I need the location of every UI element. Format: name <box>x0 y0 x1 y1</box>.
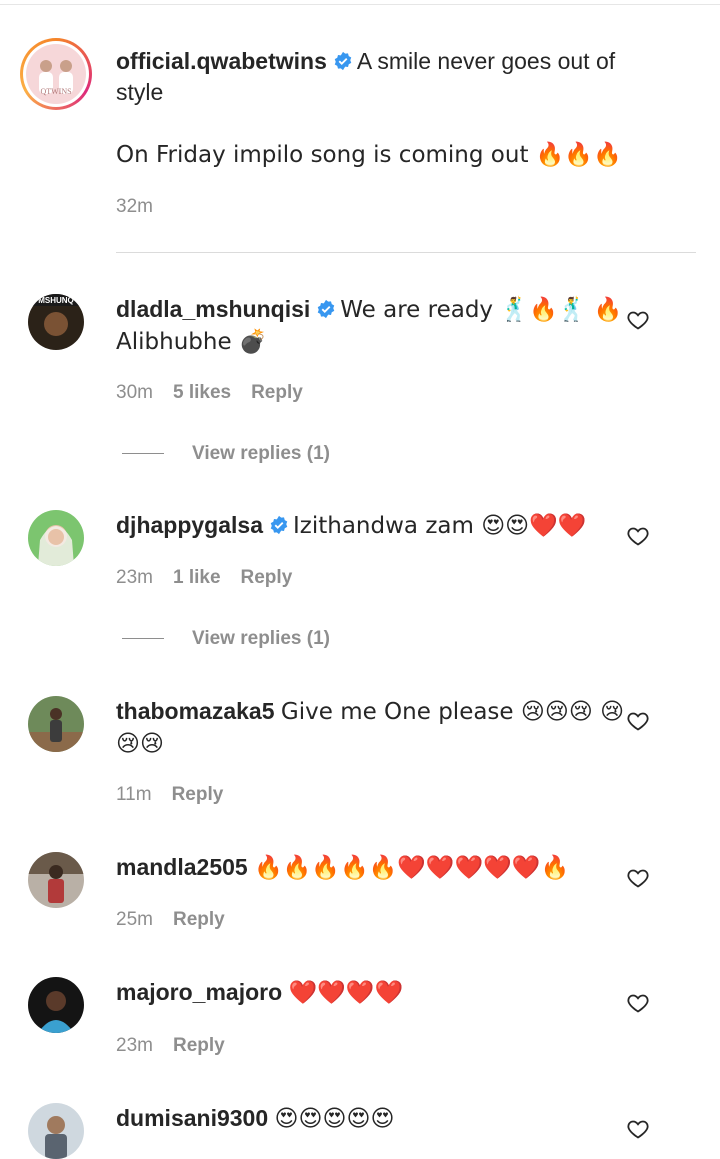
timestamp: 11m <box>116 784 152 805</box>
timestamp: 32m <box>116 196 153 217</box>
reply-button[interactable]: Reply <box>173 909 225 930</box>
timestamp: 23m <box>116 1035 153 1056</box>
reply-button[interactable]: Reply <box>173 1035 225 1056</box>
top-divider <box>0 4 720 5</box>
comment-text: thabomazaka5 Give me One please 😢😢😢 😢😢😢 <box>116 698 625 757</box>
svg-text:QTWINS: QTWINS <box>40 87 71 96</box>
timestamp: 25m <box>116 909 153 930</box>
heart-outline-icon[interactable] <box>626 991 650 1015</box>
comment-meta: 30m 5 likes Reply <box>116 382 303 404</box>
timestamp: 23m <box>116 567 153 588</box>
comment-meta: 25m Reply <box>116 909 225 931</box>
caption-text: official.qwabetwins A smile never goes ou… <box>116 46 626 108</box>
comment-meta: 23m 1 like Reply <box>116 567 292 589</box>
comment-text: dladla_mshunqisi We are ready 🕺🔥🕺 🔥 Alibh… <box>116 296 623 355</box>
avatar[interactable]: MSHUNQ <box>28 294 84 350</box>
heart-outline-icon[interactable] <box>626 1117 650 1141</box>
heart-outline-icon[interactable] <box>626 524 650 548</box>
verified-badge-icon <box>334 51 352 71</box>
reply-button[interactable]: Reply <box>241 567 293 588</box>
avatar[interactable] <box>28 510 84 566</box>
caption-text-2: On Friday impilo song is coming out 🔥🔥🔥 <box>116 142 622 168</box>
username[interactable]: dladla_mshunqisi <box>116 296 310 322</box>
comment-meta: 11m Reply <box>116 784 223 806</box>
heart-outline-icon[interactable] <box>626 866 650 890</box>
caption-divider <box>116 252 696 253</box>
likes-count[interactable]: 1 like <box>173 567 221 588</box>
verified-badge-icon <box>318 299 335 319</box>
reply-button[interactable]: Reply <box>251 382 303 403</box>
avatar[interactable] <box>28 852 84 908</box>
view-replies-line <box>122 453 164 455</box>
caption-avatar[interactable]: QTWINS <box>20 38 92 110</box>
reply-button[interactable]: Reply <box>172 784 224 805</box>
avatar[interactable] <box>28 977 84 1033</box>
avatar[interactable] <box>28 1103 84 1159</box>
heart-outline-icon[interactable] <box>626 709 650 733</box>
view-replies-button[interactable]: View replies (1) <box>122 443 330 465</box>
view-replies-line <box>122 638 164 640</box>
username[interactable]: majoro_majoro <box>116 979 282 1005</box>
username[interactable]: official.qwabetwins <box>116 48 327 74</box>
username[interactable]: thabomazaka5 <box>116 698 275 724</box>
comment-text: dumisani9300 😍😍😍😍😍 <box>116 1105 395 1132</box>
username[interactable]: dumisani9300 <box>116 1105 268 1131</box>
verified-badge-icon <box>270 515 288 535</box>
likes-count[interactable]: 5 likes <box>173 382 231 403</box>
comment-meta: 23m Reply <box>116 1035 225 1057</box>
avatar[interactable] <box>28 696 84 752</box>
comment-text: mandla2505 🔥🔥🔥🔥🔥❤️❤️❤️❤️❤️🔥 <box>116 854 570 881</box>
heart-outline-icon[interactable] <box>626 308 650 332</box>
username[interactable]: mandla2505 <box>116 854 248 880</box>
comment-text: majoro_majoro ❤️❤️❤️❤️ <box>116 979 404 1006</box>
svg-text:MSHUNQ: MSHUNQ <box>38 296 74 305</box>
timestamp: 30m <box>116 382 153 403</box>
username[interactable]: djhappygalsa <box>116 512 263 538</box>
view-replies-button[interactable]: View replies (1) <box>122 628 330 650</box>
comment-text: djhappygalsa Izithandwa zam 😍😍❤️❤️ <box>116 512 587 539</box>
caption-meta: 32m <box>116 196 173 218</box>
